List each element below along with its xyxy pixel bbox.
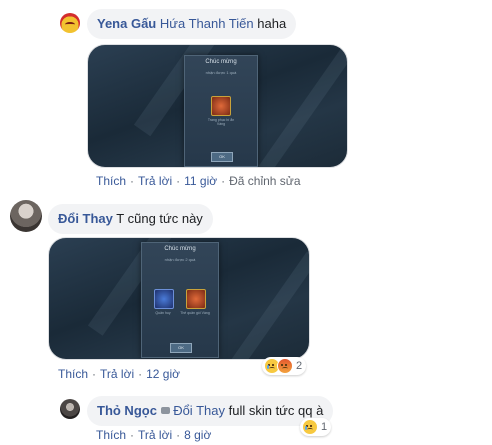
reward-dialog: Chúc mừng nhận được 2 quà Quân huy Thẻ q… — [141, 242, 219, 358]
like-link[interactable]: Thích — [96, 428, 126, 442]
reaction-summary[interactable]: 1 — [300, 418, 332, 436]
comment-bubble: Thỏ Ngọc Đổi Thay full skin tức qq à — [87, 396, 334, 426]
comment-actions: Thích · Trả lời · 12 giờ — [58, 367, 180, 381]
speech-bubble-icon — [160, 407, 170, 414]
sad-reaction-icon — [302, 419, 318, 435]
avatar-yena[interactable] — [60, 13, 80, 33]
angry-reaction-icon — [277, 358, 293, 374]
reward-dialog: Chúc mừng nhận được 1 quà Trang phục bí … — [184, 55, 258, 167]
dialog-ok-button: OK — [211, 152, 233, 162]
reaction-count: 2 — [296, 360, 303, 372]
timestamp-link[interactable]: 12 giờ — [146, 367, 180, 381]
dialog-subtitle: nhận được 1 quà — [205, 70, 237, 75]
comment-author[interactable]: Thỏ Ngọc — [97, 403, 157, 418]
reaction-summary[interactable]: 2 — [262, 357, 307, 375]
comment-text: haha — [257, 16, 287, 31]
comment-mention[interactable]: Đổi Thay — [173, 403, 225, 418]
dialog-subtitle: nhận được 2 quà — [164, 257, 196, 262]
like-link[interactable]: Thích — [58, 367, 88, 381]
comment-bubble: Yena Gấu Hứa Thanh Tiến haha — [87, 9, 297, 39]
comment-actions: Thích · Trả lời · 8 giờ — [96, 428, 212, 442]
comment-mention[interactable]: Hứa Thanh Tiến — [160, 16, 254, 31]
avatar-tho-ngoc[interactable] — [60, 399, 80, 419]
reply-link[interactable]: Trả lời — [138, 428, 172, 442]
reply-link[interactable]: Trả lời — [100, 367, 134, 381]
comment-text: full skin tức qq à — [228, 403, 324, 418]
reward-item-label: Quân huy — [155, 311, 171, 315]
edited-label: Đã chỉnh sửa — [229, 174, 301, 188]
timestamp-link[interactable]: 8 giờ — [184, 428, 211, 442]
timestamp-link[interactable]: 11 giờ — [184, 174, 217, 188]
comment-bubble: Đổi Thay T cũng tức này — [48, 204, 213, 234]
angry-face-icon — [65, 22, 75, 27]
comment-actions: Thích · Trả lời · 11 giờ · Đã chỉnh sửa — [96, 174, 301, 188]
reward-item-label: Thẻ quân gói Vàng — [180, 311, 210, 315]
reaction-count: 1 — [321, 421, 328, 433]
comment-text: T cũng tức này — [116, 211, 203, 226]
comment-author[interactable]: Yena Gấu — [97, 16, 156, 31]
dialog-title: Chúc mừng — [205, 59, 237, 65]
attached-screenshot[interactable]: Chúc mừng nhận được 2 quà Quân huy Thẻ q… — [48, 237, 310, 360]
reward-item-icon — [186, 289, 206, 309]
reward-item-label: Trang phục bí ẩn Vàng — [207, 118, 235, 126]
dialog-title: Chúc mừng — [164, 246, 196, 252]
reward-item-icon — [211, 96, 231, 116]
avatar-doi-thay[interactable] — [10, 200, 42, 232]
dialog-ok-button: OK — [170, 343, 192, 353]
like-link[interactable]: Thích — [96, 174, 126, 188]
attached-screenshot[interactable]: Chúc mừng nhận được 1 quà Trang phục bí … — [87, 44, 348, 168]
reward-item-icon — [154, 289, 174, 309]
comment-author[interactable]: Đổi Thay — [58, 211, 113, 226]
reply-link[interactable]: Trả lời — [138, 174, 172, 188]
